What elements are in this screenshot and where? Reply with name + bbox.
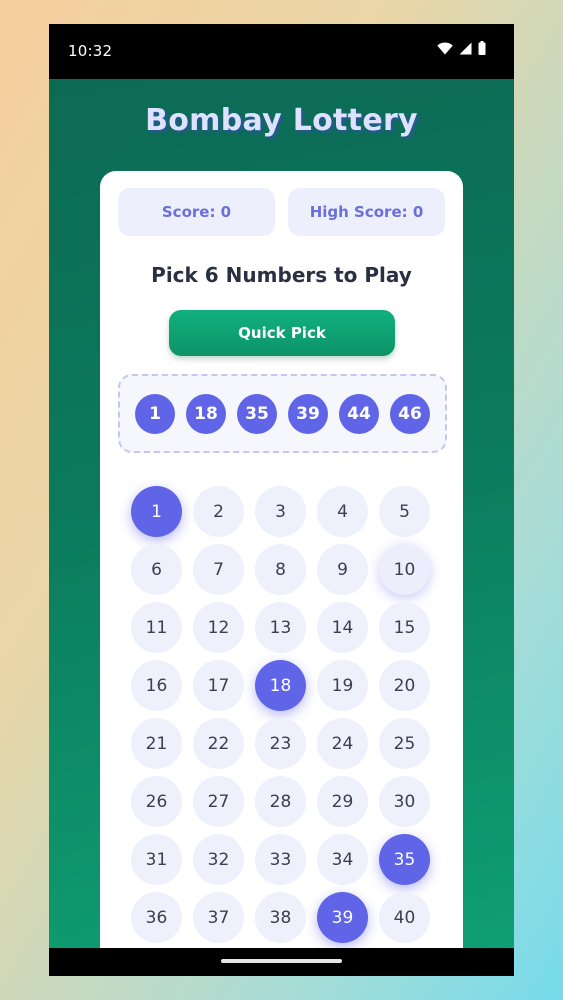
quick-pick-button[interactable]: Quick Pick bbox=[169, 310, 395, 356]
number-button[interactable]: 6 bbox=[131, 544, 182, 595]
status-bar: 10:32 bbox=[49, 24, 514, 79]
cell-signal-icon bbox=[459, 42, 472, 55]
number-button[interactable]: 10 bbox=[379, 544, 430, 595]
number-button[interactable]: 32 bbox=[193, 834, 244, 885]
number-button[interactable]: 34 bbox=[317, 834, 368, 885]
number-button[interactable]: 26 bbox=[131, 776, 182, 827]
status-icons bbox=[437, 41, 486, 55]
picked-ball: 1 bbox=[135, 393, 175, 434]
high-score-display: High Score: 0 bbox=[288, 188, 445, 236]
number-button[interactable]: 1 bbox=[131, 486, 182, 537]
number-button[interactable]: 5 bbox=[379, 486, 430, 537]
picked-ball: 35 bbox=[237, 393, 277, 434]
number-button[interactable]: 35 bbox=[379, 834, 430, 885]
number-button[interactable]: 15 bbox=[379, 602, 430, 653]
picked-ball: 39 bbox=[288, 393, 328, 434]
number-button[interactable]: 2 bbox=[193, 486, 244, 537]
game-card: Score: 0 High Score: 0 Pick 6 Numbers to… bbox=[100, 171, 463, 948]
picked-ball: 18 bbox=[186, 393, 226, 434]
number-grid: 1 2 3 4 5 6 7 8 9 10 11 12 13 14 15 16 1… bbox=[131, 486, 434, 943]
navigation-bar bbox=[49, 948, 514, 976]
number-button[interactable]: 24 bbox=[317, 718, 368, 769]
picked-ball: 44 bbox=[339, 393, 379, 434]
app-screen: Bombay Lottery Score: 0 High Score: 0 Pi… bbox=[49, 79, 514, 948]
number-button[interactable]: 19 bbox=[317, 660, 368, 711]
score-label: Score: 0 bbox=[161, 203, 232, 221]
number-button[interactable]: 7 bbox=[193, 544, 244, 595]
number-button[interactable]: 38 bbox=[255, 892, 306, 943]
number-button[interactable]: 4 bbox=[317, 486, 368, 537]
pick-prompt: Pick 6 Numbers to Play bbox=[151, 263, 412, 287]
picked-numbers-tray: 1 18 35 39 44 46 bbox=[118, 374, 447, 453]
number-button[interactable]: 31 bbox=[131, 834, 182, 885]
number-button[interactable]: 18 bbox=[255, 660, 306, 711]
number-button[interactable]: 13 bbox=[255, 602, 306, 653]
number-button[interactable]: 25 bbox=[379, 718, 430, 769]
score-display: Score: 0 bbox=[118, 188, 275, 236]
number-button[interactable]: 11 bbox=[131, 602, 182, 653]
high-score-label: High Score: 0 bbox=[309, 203, 424, 221]
picked-ball: 46 bbox=[390, 393, 430, 434]
number-button[interactable]: 29 bbox=[317, 776, 368, 827]
number-button[interactable]: 17 bbox=[193, 660, 244, 711]
home-gesture-handle[interactable] bbox=[221, 959, 342, 963]
number-button[interactable]: 36 bbox=[131, 892, 182, 943]
status-time: 10:32 bbox=[68, 42, 113, 60]
number-button[interactable]: 12 bbox=[193, 602, 244, 653]
number-button[interactable]: 3 bbox=[255, 486, 306, 537]
number-button[interactable]: 8 bbox=[255, 544, 306, 595]
number-button[interactable]: 16 bbox=[131, 660, 182, 711]
number-button[interactable]: 30 bbox=[379, 776, 430, 827]
number-button[interactable]: 39 bbox=[317, 892, 368, 943]
number-button[interactable]: 28 bbox=[255, 776, 306, 827]
number-button[interactable]: 40 bbox=[379, 892, 430, 943]
number-button[interactable]: 20 bbox=[379, 660, 430, 711]
battery-icon bbox=[478, 41, 486, 55]
number-button[interactable]: 21 bbox=[131, 718, 182, 769]
number-button[interactable]: 27 bbox=[193, 776, 244, 827]
number-button[interactable]: 14 bbox=[317, 602, 368, 653]
number-button[interactable]: 9 bbox=[317, 544, 368, 595]
number-button[interactable]: 33 bbox=[255, 834, 306, 885]
number-button[interactable]: 37 bbox=[193, 892, 244, 943]
wifi-icon bbox=[437, 41, 453, 55]
number-button[interactable]: 23 bbox=[255, 718, 306, 769]
phone-frame: 10:32 Bombay Lottery Score: 0 High Score… bbox=[49, 24, 514, 976]
app-title: Bombay Lottery bbox=[145, 103, 418, 138]
number-button[interactable]: 22 bbox=[193, 718, 244, 769]
